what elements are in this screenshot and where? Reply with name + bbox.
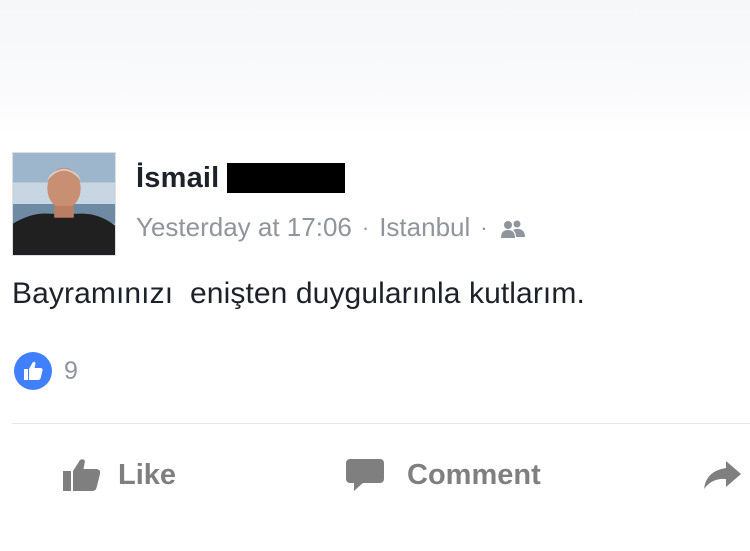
like-label: Like — [118, 458, 177, 491]
meta-separator: · — [361, 214, 370, 240]
top-background — [0, 0, 750, 132]
share-button[interactable] — [702, 447, 742, 503]
post-meta: Yesterday at 17:06 · Istanbul · — [136, 212, 526, 243]
reaction-summary[interactable]: 9 — [14, 352, 78, 390]
redacted-surname — [227, 163, 346, 193]
author-name[interactable]: İsmail — [136, 162, 219, 195]
like-reaction-icon — [14, 352, 52, 390]
post-location[interactable]: Istanbul — [379, 212, 470, 243]
comment-button[interactable]: Comment — [345, 447, 541, 503]
share-arrow-icon — [702, 457, 742, 493]
divider — [12, 423, 750, 424]
post-author: İsmail — [136, 160, 346, 196]
friends-icon[interactable] — [500, 217, 526, 239]
meta-separator: · — [480, 214, 488, 240]
post-actions: Like Comment — [0, 447, 750, 503]
avatar[interactable] — [12, 152, 116, 256]
comment-label: Comment — [407, 458, 541, 491]
facebook-post: İsmail Yesterday at 17:06 · Istanbul · B… — [0, 132, 750, 551]
post-timestamp[interactable]: Yesterday at 17:06 — [136, 212, 352, 243]
like-icon — [62, 457, 102, 493]
comment-icon — [345, 457, 385, 493]
like-button[interactable]: Like — [62, 447, 176, 503]
reaction-count: 9 — [64, 356, 78, 385]
post-message: Bayramınızı enişten duygularınla kutları… — [12, 277, 585, 310]
profile-photo — [13, 153, 115, 255]
